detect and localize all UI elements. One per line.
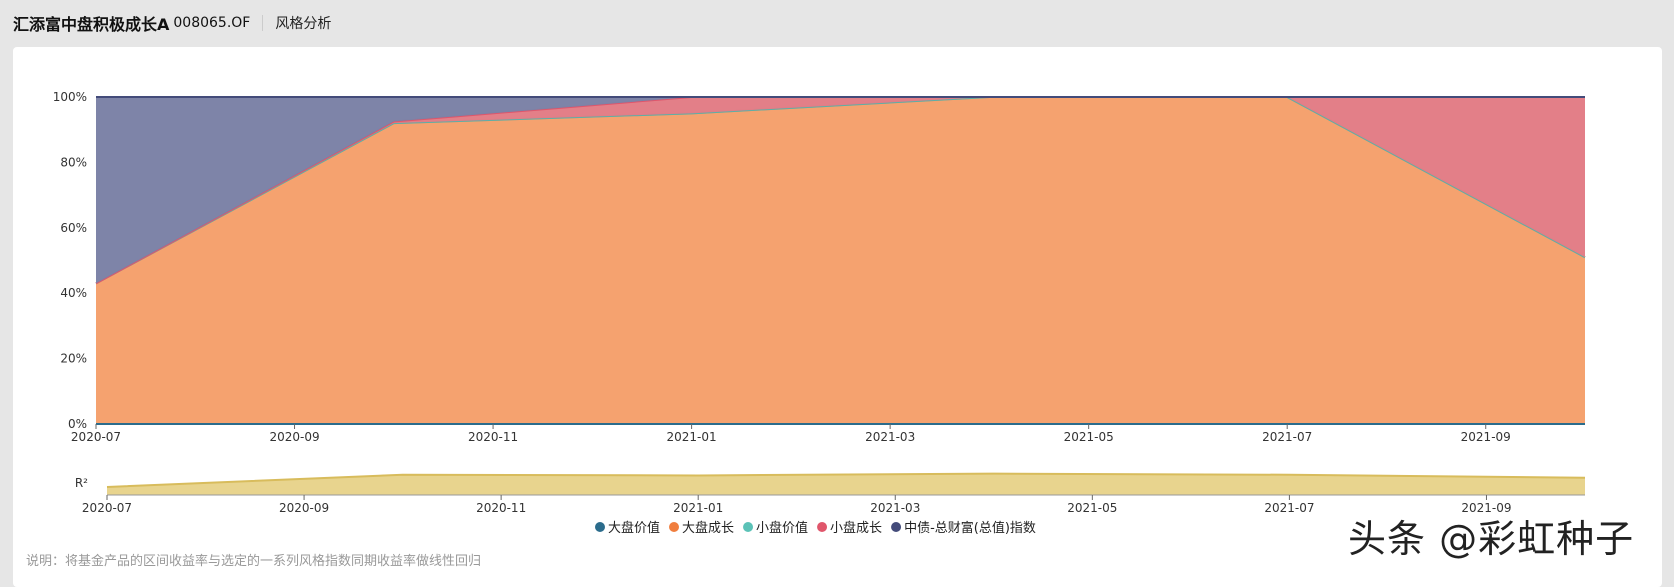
- watermark: 头条 @彩虹种子: [1348, 517, 1635, 561]
- x-tick-label: 2020-11: [468, 430, 518, 444]
- legend-marker: [595, 522, 605, 532]
- r2-x-tick-label: 2021-03: [870, 501, 920, 515]
- y-tick-label: 0%: [68, 417, 87, 431]
- r2-label: R²: [75, 476, 88, 490]
- r2-x-tick-label: 2021-07: [1264, 501, 1314, 515]
- legend-item-3[interactable]: 小盘成长: [817, 520, 882, 536]
- x-tick-label: 2021-05: [1064, 430, 1114, 444]
- footnote: 说明：将基金产品的区间收益率与选定的一系列风格指数同期收益率做线性回归: [26, 554, 482, 569]
- legend-item-0[interactable]: 大盘价值: [595, 520, 660, 536]
- y-tick-label: 60%: [60, 221, 87, 235]
- legend-label: 小盘成长: [830, 520, 882, 536]
- x-tick-label: 2021-03: [865, 430, 915, 444]
- x-tick-label: 2021-07: [1262, 430, 1312, 444]
- legend-label: 中债-总财富(总值)指数: [904, 520, 1036, 536]
- y-tick-label: 80%: [60, 155, 87, 169]
- x-tick-label: 2021-09: [1461, 430, 1511, 444]
- r2-x-tick-label: 2020-09: [279, 501, 329, 515]
- legend-item-2[interactable]: 小盘价值: [743, 520, 808, 536]
- r2-x-tick-label: 2020-07: [82, 501, 132, 515]
- legend-label: 大盘价值: [608, 520, 660, 536]
- legend-item-4[interactable]: 中债-总财富(总值)指数: [891, 520, 1036, 536]
- legend-item-1[interactable]: 大盘成长: [669, 520, 734, 536]
- x-tick-label: 2020-07: [71, 430, 121, 444]
- legend-marker: [891, 522, 902, 532]
- y-tick-label: 100%: [53, 90, 87, 104]
- legend-label: 大盘成长: [682, 520, 734, 536]
- legend-marker: [669, 522, 680, 532]
- y-tick-label: 40%: [60, 286, 87, 300]
- r2-x-tick-label: 2020-11: [476, 501, 526, 515]
- y-tick-label: 20%: [60, 352, 87, 366]
- legend-marker: [743, 522, 754, 532]
- x-tick-label: 2021-01: [667, 430, 717, 444]
- r2-x-tick-label: 2021-01: [673, 501, 723, 515]
- x-tick-label: 2020-09: [269, 430, 319, 444]
- legend-label: 小盘价值: [756, 520, 808, 536]
- legend-marker: [817, 522, 828, 532]
- style-chart: 0% 20% 40% 60% 80% 100% 2020-07 2020-09 2020-11 2…: [53, 90, 1586, 536]
- r2-x-tick-label: 2021-05: [1067, 501, 1117, 515]
